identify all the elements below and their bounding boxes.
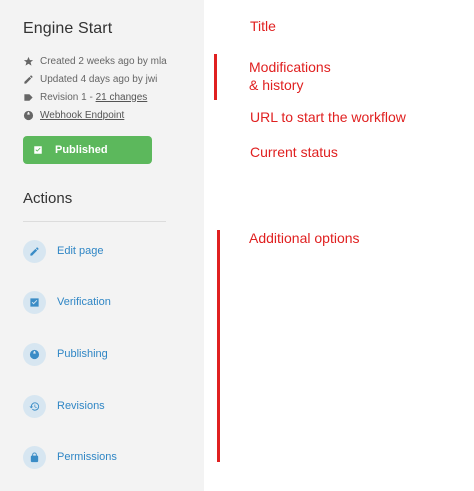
annotation-bar-actions (217, 230, 220, 462)
status-label: Published (55, 144, 108, 156)
annotation-status: Current status (250, 144, 338, 160)
action-revisions[interactable]: Revisions (23, 394, 105, 418)
action-label: Revisions (57, 400, 105, 412)
annotation-url: URL to start the workflow (250, 109, 406, 125)
created-text: Created 2 weeks ago by mla (40, 55, 167, 67)
checkbox-icon (23, 290, 46, 314)
checkbox-icon (33, 145, 43, 155)
updated-meta: Updated 4 days ago by jwi (23, 72, 157, 86)
actions-heading: Actions (23, 190, 73, 207)
revision-meta: Revision 1 - 21 changes (23, 90, 147, 104)
star-icon (23, 56, 34, 67)
history-icon (23, 394, 46, 418)
annotation-title: Title (250, 18, 276, 34)
annotation-history: & history (249, 77, 304, 93)
action-edit-page[interactable]: Edit page (23, 239, 103, 263)
updated-text: Updated 4 days ago by jwi (40, 73, 158, 85)
actions-divider (23, 221, 166, 222)
status-button[interactable]: Published (23, 136, 152, 164)
pencil-icon (23, 239, 46, 263)
annotation-additional: Additional options (249, 230, 360, 246)
action-label: Verification (57, 296, 111, 308)
annotation-modifications: Modifications (249, 59, 331, 75)
action-label: Permissions (57, 451, 117, 463)
action-publishing[interactable]: Publishing (23, 342, 108, 366)
workflow-sidebar: Engine Start Created 2 weeks ago by mla … (0, 0, 204, 491)
revision-changes-link[interactable]: 21 changes (96, 92, 148, 103)
webhook-meta: Webhook Endpoint (23, 108, 124, 122)
action-label: Publishing (57, 348, 108, 360)
lock-icon (23, 445, 46, 469)
pencil-icon (23, 74, 34, 85)
webhook-endpoint-link[interactable]: Webhook Endpoint (40, 110, 124, 121)
globe-icon (23, 110, 34, 121)
action-permissions[interactable]: Permissions (23, 445, 117, 469)
action-label: Edit page (57, 245, 104, 257)
created-meta: Created 2 weeks ago by mla (23, 54, 167, 68)
tag-icon (23, 92, 34, 103)
page-title: Engine Start (23, 20, 113, 37)
action-verification[interactable]: Verification (23, 290, 111, 314)
globe-icon (23, 342, 46, 366)
page: Engine Start Created 2 weeks ago by mla … (0, 0, 474, 491)
annotation-bar-modifications (214, 54, 217, 100)
revision-text: Revision 1 - (40, 91, 96, 103)
